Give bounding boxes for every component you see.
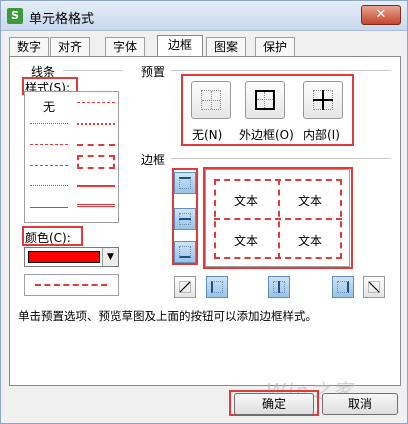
line-style-item-selected[interactable] xyxy=(77,155,115,169)
line-style-item[interactable] xyxy=(77,204,115,210)
hint-text: 单击预置选项、预览草图及上面的按钮可以添加边框样式。 xyxy=(18,309,317,323)
line-style-list[interactable]: 无 xyxy=(24,91,119,223)
line-style-item[interactable] xyxy=(30,123,68,124)
dialog-title: 单元格格式 xyxy=(29,12,95,27)
border-middle-vertical-icon xyxy=(273,281,285,293)
color-label: 颜色(C): xyxy=(25,231,71,245)
line-style-item[interactable] xyxy=(30,165,68,166)
app-icon: S xyxy=(7,8,23,24)
presets-group-divider xyxy=(171,70,391,71)
border-side-buttons-highlight xyxy=(172,168,198,265)
format-cells-dialog: S 单元格格式 ✕ 数字 对齐 字体 边框 图案 保护 线条 样式(S): 无 … xyxy=(0,0,408,424)
color-dropdown[interactable]: ▼ xyxy=(24,247,119,267)
line-sample-stroke xyxy=(35,284,107,286)
line-style-item[interactable] xyxy=(77,185,115,187)
line-style-item[interactable] xyxy=(77,102,115,103)
border-diagonal-down-button[interactable] xyxy=(363,276,385,298)
line-style-none[interactable]: 无 xyxy=(43,98,55,115)
line-sample xyxy=(24,274,119,296)
line-style-item[interactable] xyxy=(30,144,68,145)
preset-outline-icon xyxy=(255,90,275,110)
tab-number[interactable]: 数字 xyxy=(9,37,49,57)
line-style-item[interactable] xyxy=(30,207,68,208)
border-group-label: 边框 xyxy=(141,153,166,167)
border-left-button[interactable] xyxy=(206,276,228,298)
preset-inside-label: 内部(I) xyxy=(303,128,340,142)
diagonal-down-icon xyxy=(368,281,380,293)
border-right-icon xyxy=(337,281,349,293)
preset-none-icon xyxy=(201,90,221,110)
line-style-item[interactable] xyxy=(77,123,115,125)
tab-border[interactable]: 边框 xyxy=(157,35,203,58)
presets-group-label: 预置 xyxy=(141,65,166,79)
border-right-button[interactable] xyxy=(332,276,354,298)
preview-highlight xyxy=(203,167,353,269)
close-button[interactable]: ✕ xyxy=(361,5,401,25)
preset-none-button[interactable] xyxy=(191,81,231,119)
chevron-down-icon[interactable]: ▼ xyxy=(102,248,118,266)
color-swatch xyxy=(28,251,100,263)
title-bar: S 单元格格式 ✕ xyxy=(1,1,407,31)
line-group-divider xyxy=(63,70,123,71)
preset-outline-label: 外边框(O) xyxy=(239,128,294,142)
line-style-item[interactable] xyxy=(30,185,68,186)
line-style-item[interactable] xyxy=(77,144,115,146)
tab-pattern[interactable]: 图案 xyxy=(206,37,246,57)
border-diagonal-up-button[interactable] xyxy=(174,276,196,298)
tab-font[interactable]: 字体 xyxy=(105,37,145,57)
cancel-button[interactable]: 取消 xyxy=(322,393,398,415)
border-left-icon xyxy=(211,281,223,293)
border-middle-vertical-button[interactable] xyxy=(268,276,290,298)
tab-alignment[interactable]: 对齐 xyxy=(50,37,90,57)
diagonal-up-icon xyxy=(179,281,191,293)
preset-none-label: 无(N) xyxy=(192,128,223,142)
border-group-divider xyxy=(171,158,391,159)
preset-inside-icon xyxy=(313,90,333,110)
ok-button[interactable]: 确定 xyxy=(234,393,314,415)
preset-inside-button[interactable] xyxy=(303,81,343,119)
preset-outline-button[interactable] xyxy=(245,81,285,119)
tab-protection[interactable]: 保护 xyxy=(255,37,295,57)
